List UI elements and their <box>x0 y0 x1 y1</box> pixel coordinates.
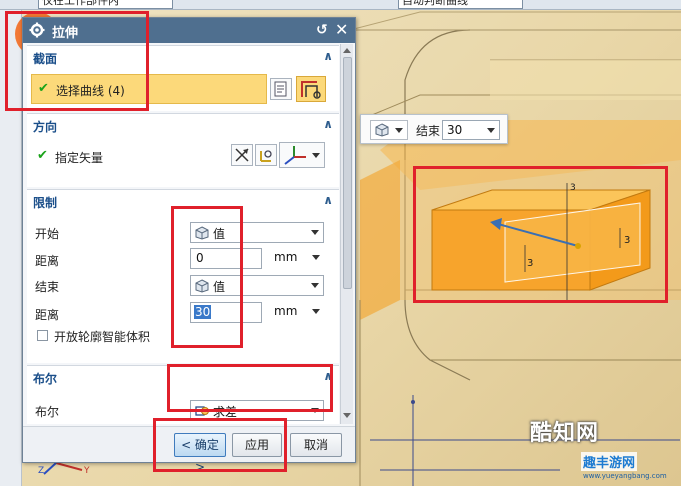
scroll-down-icon[interactable] <box>343 413 351 418</box>
vector-type-combo[interactable] <box>279 142 325 168</box>
boolean-group: 布尔 ∧ 布尔 求差 <box>27 365 339 424</box>
curve-icon <box>301 81 321 99</box>
collapse-icon[interactable]: ∧ <box>323 49 333 63</box>
axis-vector-icon <box>284 146 306 165</box>
dialog-body: 截面 ∧ ✔ 选择曲线 (4) 方向 ∧ ✔ 指定矢量 限制 ∧ 开始 值 距离… <box>27 43 339 424</box>
sketch-icon <box>274 81 287 97</box>
reverse-direction-button[interactable] <box>231 144 253 166</box>
close-icon[interactable]: ✕ <box>335 20 348 39</box>
end-unit-value: mm <box>274 304 298 318</box>
end-type-combo[interactable]: 值 <box>190 275 324 296</box>
start-unit-value: mm <box>274 250 298 264</box>
chevron-down-icon <box>487 128 495 133</box>
reset-icon[interactable]: ↺ <box>316 22 328 38</box>
collapse-icon[interactable]: ∧ <box>323 117 333 131</box>
limits-header[interactable]: 限制 ∧ <box>27 190 339 212</box>
open-profile-label: 开放轮廓智能体积 <box>54 330 151 344</box>
select-curve-label: 选择曲线 (4) <box>56 84 125 98</box>
start-distance-value: 0 <box>196 251 204 265</box>
dialog-button-bar: < 确定 > 应用 取消 <box>23 426 355 474</box>
svg-text:3: 3 <box>570 183 576 193</box>
cube-icon <box>195 226 209 240</box>
chevron-down-icon <box>311 408 319 413</box>
svg-text:3: 3 <box>527 258 533 269</box>
end-type-value: 值 <box>213 280 226 294</box>
cancel-button[interactable]: 取消 <box>290 433 342 457</box>
scroll-up-icon[interactable] <box>343 48 351 53</box>
reverse-direction-icon <box>235 148 249 162</box>
boolean-header[interactable]: 布尔 ∧ <box>27 366 339 388</box>
end-type-combo[interactable] <box>370 120 408 140</box>
end-value-text: 30 <box>447 123 463 137</box>
watermark-url: www.yueyangbang.com <box>583 472 667 480</box>
chevron-down-icon <box>311 283 319 288</box>
cube-icon <box>195 279 209 293</box>
limits-title: 限制 <box>33 196 58 210</box>
end-limit-widget: 结束 30 <box>360 114 508 144</box>
svg-text:3: 3 <box>624 235 630 246</box>
scroll-thumb[interactable] <box>343 57 352 289</box>
start-unit-combo[interactable]: mm <box>264 248 324 269</box>
sketch-section-button[interactable] <box>270 78 292 100</box>
direction-header[interactable]: 方向 ∧ <box>27 114 339 136</box>
watermark-subtitle: 趣丰游网 <box>581 452 638 471</box>
watermark-name: 酷知网 <box>530 421 600 446</box>
specify-vector-label: 指定矢量 <box>55 151 104 165</box>
boolean-title: 布尔 <box>33 372 58 386</box>
open-profile-checkbox[interactable] <box>37 330 48 341</box>
curve-rule-combo[interactable]: 自动判断曲线 <box>398 0 523 9</box>
curve-button[interactable] <box>296 76 326 102</box>
ok-button[interactable]: < 确定 > <box>174 433 226 474</box>
chevron-down-icon <box>311 230 319 235</box>
check-icon: ✔ <box>38 81 49 96</box>
end-label: 结束 <box>35 280 60 294</box>
direction-group: 方向 ∧ ✔ 指定矢量 <box>27 113 339 187</box>
end-unit-combo[interactable]: mm <box>264 302 324 323</box>
start-distance-input[interactable]: 0 <box>190 248 262 269</box>
end-distance-label: 距离 <box>35 308 60 322</box>
section-group: 截面 ∧ ✔ 选择曲线 (4) <box>27 45 339 111</box>
section-header[interactable]: 截面 ∧ <box>27 46 339 68</box>
start-type-value: 值 <box>213 227 226 241</box>
chevron-down-icon <box>312 255 320 260</box>
dialog-title-bar[interactable]: 拉伸 ↺ ✕ <box>23 18 355 43</box>
vector-icon <box>260 150 272 162</box>
chevron-down-icon <box>395 128 403 133</box>
end-value-input[interactable]: 30 <box>442 120 500 140</box>
select-curve-row[interactable]: ✔ 选择曲线 (4) <box>31 74 267 104</box>
dialog-scrollbar[interactable] <box>340 44 353 424</box>
chevron-down-icon <box>312 309 320 314</box>
start-distance-label: 距离 <box>35 254 60 268</box>
axis-z-label: Z <box>38 466 45 476</box>
dialog-title: 拉伸 <box>52 26 79 41</box>
end-distance-value: 30 <box>194 305 212 319</box>
gear-icon <box>29 22 45 38</box>
subtract-icon <box>195 406 209 416</box>
vector-dialog-button[interactable] <box>255 144 277 166</box>
collapse-icon[interactable]: ∧ <box>323 193 333 207</box>
end-label: 结束 <box>416 124 441 138</box>
boolean-label: 布尔 <box>35 405 60 419</box>
check-icon: ✔ <box>37 148 48 163</box>
boolean-type-value: 求差 <box>213 405 238 419</box>
apply-button[interactable]: 应用 <box>232 433 282 457</box>
section-title: 截面 <box>33 52 58 66</box>
extrude-dialog: 拉伸 ↺ ✕ 截面 ∧ ✔ 选择曲线 (4) 方向 ∧ ✔ 指定矢量 限制 ∧ … <box>22 17 356 474</box>
boolean-type-combo[interactable]: 求差 <box>190 400 324 421</box>
start-label: 开始 <box>35 227 60 241</box>
chevron-down-icon <box>312 153 320 158</box>
collapse-icon[interactable]: ∧ <box>323 369 333 383</box>
direction-title: 方向 <box>33 120 58 134</box>
cube-icon <box>375 123 389 137</box>
limits-group: 限制 ∧ 开始 值 距离 0 mm 结束 值 距离 30 mm 开放轮廓智能体积 <box>27 189 339 363</box>
axis-x-label: Y <box>84 466 90 476</box>
start-type-combo[interactable]: 值 <box>190 222 324 243</box>
end-distance-input[interactable]: 30 <box>190 302 262 323</box>
